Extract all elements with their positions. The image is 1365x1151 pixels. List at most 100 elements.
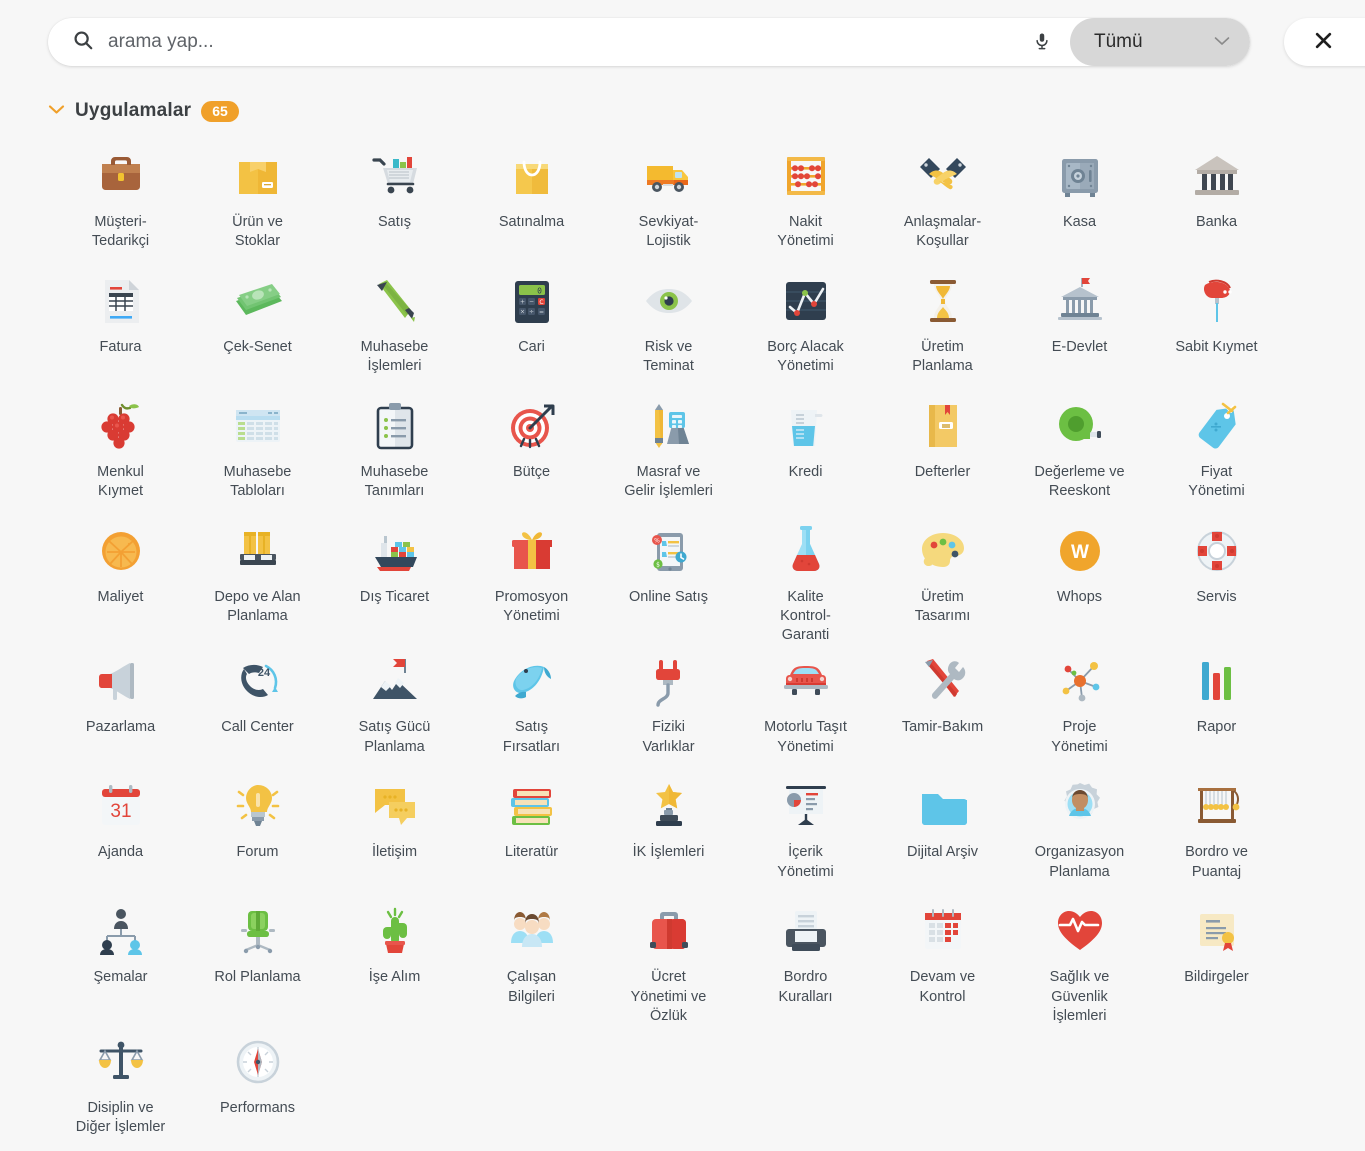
wrench-screwdriver-icon	[915, 653, 971, 709]
app-tile[interactable]: Disiplin ve Diğer İşlemler	[52, 1026, 189, 1151]
app-tile[interactable]: Sevkiyat- Lojistik	[600, 140, 737, 265]
app-tile[interactable]: Promosyon Yönetimi	[463, 515, 600, 645]
app-tile[interactable]: Nakit Yönetimi	[737, 140, 874, 265]
app-tile[interactable]: İK İşlemleri	[600, 770, 737, 895]
microphone-button[interactable]	[1014, 18, 1070, 66]
app-tile[interactable]: Üretim Tasarımı	[874, 515, 1011, 645]
app-tile[interactable]: Üretim Planlama	[874, 265, 1011, 390]
app-tile[interactable]: Motorlu Taşıt Yönetimi	[737, 645, 874, 770]
app-tile-label: Risk ve Teminat	[643, 339, 694, 375]
app-tile[interactable]: İçerik Yönetimi	[737, 770, 874, 895]
app-tile-label: Rapor	[1196, 719, 1237, 736]
app-tile[interactable]: Borç Alacak Yönetimi	[737, 265, 874, 390]
app-tile[interactable]: Bildirgeler	[1148, 895, 1285, 1025]
app-tile[interactable]: Fatura	[52, 265, 189, 390]
app-tile[interactable]: Online Satış	[600, 515, 737, 645]
app-tile[interactable]: İşe Alım	[326, 895, 463, 1025]
app-tile-label: Kredi	[788, 464, 823, 480]
app-tile[interactable]: Menkul Kıymet	[52, 390, 189, 515]
cargo-ship-icon	[367, 523, 423, 579]
app-tile[interactable]: Değerleme ve Reeskont	[1011, 390, 1148, 515]
app-tile[interactable]: Cari	[463, 265, 600, 390]
app-tile[interactable]: Fiziki Varlıklar	[600, 645, 737, 770]
app-tile-label: İK İşlemleri	[632, 844, 705, 861]
handshake-icon	[915, 148, 971, 204]
app-tile[interactable]: Ajanda	[52, 770, 189, 895]
search-shell: Tümü	[48, 18, 1250, 66]
app-tile[interactable]: Literatür	[463, 770, 600, 895]
app-tile[interactable]: Depo ve Alan Planlama	[189, 515, 326, 645]
app-tile-label: Ürün ve Stoklar	[232, 214, 283, 250]
search-input[interactable]	[108, 31, 1014, 53]
app-tile[interactable]: Dış Ticaret	[326, 515, 463, 645]
close-icon	[1314, 31, 1333, 53]
app-tile[interactable]: Servis	[1148, 515, 1285, 645]
applications-section-header[interactable]: Uygulamalar 65	[0, 84, 1365, 132]
close-button[interactable]	[1284, 18, 1365, 66]
app-tile-label: Ajanda	[97, 844, 144, 861]
chat-bubbles-icon	[367, 778, 423, 834]
app-tile[interactable]: Satış Fırsatları	[463, 645, 600, 770]
app-tile-label: Çalışan Bilgileri	[506, 969, 557, 1005]
app-tile[interactable]: Rol Planlama	[189, 895, 326, 1025]
app-tile[interactable]: Risk ve Teminat	[600, 265, 737, 390]
app-tile[interactable]: Tamir-Bakım	[874, 645, 1011, 770]
app-tile[interactable]: Pazarlama	[52, 645, 189, 770]
pallet-icon	[230, 523, 286, 579]
app-tile[interactable]: Çalışan Bilgileri	[463, 895, 600, 1025]
app-tile[interactable]: Ücret Yönetimi ve Özlük	[600, 895, 737, 1025]
app-tile[interactable]: Proje Yönetimi	[1011, 645, 1148, 770]
app-tile[interactable]: Organizasyon Planlama	[1011, 770, 1148, 895]
app-tile[interactable]: Muhasebe Tabloları	[189, 390, 326, 515]
app-tile[interactable]: Defterler	[874, 390, 1011, 515]
app-tile[interactable]: Muhasebe İşlemleri	[326, 265, 463, 390]
briefcase-icon	[93, 148, 149, 204]
app-tile[interactable]: Anlaşmalar- Koşullar	[874, 140, 1011, 265]
app-tile[interactable]: Kredi	[737, 390, 874, 515]
eye-icon	[641, 273, 697, 329]
app-tile[interactable]: Sabit Kıymet	[1148, 265, 1285, 390]
app-tile[interactable]: Kalite Kontrol- Garanti	[737, 515, 874, 645]
app-tile-label: Cari	[518, 339, 545, 355]
app-tile[interactable]: İletişim	[326, 770, 463, 895]
app-tile[interactable]: Müşteri- Tedarikçi	[52, 140, 189, 265]
search-field[interactable]	[48, 18, 1014, 66]
app-tile[interactable]: Satış Gücü Planlama	[326, 645, 463, 770]
app-tile[interactable]: Devam ve Kontrol	[874, 895, 1011, 1025]
megaphone-icon	[93, 653, 149, 709]
delivery-truck-icon	[641, 148, 697, 204]
stamp-icon	[1189, 273, 1245, 329]
app-tile[interactable]: Satış	[326, 140, 463, 265]
app-tile[interactable]: Whops	[1011, 515, 1148, 645]
app-tile[interactable]: Ürün ve Stoklar	[189, 140, 326, 265]
app-tile[interactable]: Bordro ve Puantaj	[1148, 770, 1285, 895]
mountain-flag-icon	[367, 653, 423, 709]
app-tile[interactable]: Performans	[189, 1026, 326, 1151]
app-tile-label: Disiplin ve Diğer İşlemler	[75, 1099, 166, 1135]
app-tile[interactable]: Kasa	[1011, 140, 1148, 265]
app-tile[interactable]: Maliyet	[52, 515, 189, 645]
chevron-down-icon[interactable]	[48, 102, 65, 120]
app-tile[interactable]: Şemalar	[52, 895, 189, 1025]
app-tile-label: Muhasebe Tabloları	[223, 464, 292, 500]
app-tile[interactable]: Rapor	[1148, 645, 1285, 770]
app-tile[interactable]: Bordro Kuralları	[737, 895, 874, 1025]
app-tile[interactable]: Dijital Arşiv	[874, 770, 1011, 895]
scales-justice-icon	[93, 1034, 149, 1090]
app-tile[interactable]: Sağlık ve Güvenlik İşlemleri	[1011, 895, 1148, 1025]
app-tile[interactable]: Banka	[1148, 140, 1285, 265]
app-tile[interactable]: Fiyat Yönetimi	[1148, 390, 1285, 515]
app-tile[interactable]: Bütçe	[463, 390, 600, 515]
search-scope-select[interactable]: Tümü	[1070, 18, 1250, 66]
app-tile[interactable]: Çek-Senet	[189, 265, 326, 390]
app-tile-label: Tamir-Bakım	[901, 719, 984, 736]
app-tile[interactable]: E-Devlet	[1011, 265, 1148, 390]
app-tile[interactable]: Forum	[189, 770, 326, 895]
app-tile[interactable]: Call Center	[189, 645, 326, 770]
spreadsheet-icon	[230, 398, 286, 454]
app-tile[interactable]: Satınalma	[463, 140, 600, 265]
app-tile-label: Forum	[236, 844, 279, 861]
app-tile[interactable]: Masraf ve Gelir İşlemleri	[600, 390, 737, 515]
app-tile[interactable]: Muhasebe Tanımları	[326, 390, 463, 515]
app-tile-label: Üretim Planlama	[912, 339, 973, 375]
